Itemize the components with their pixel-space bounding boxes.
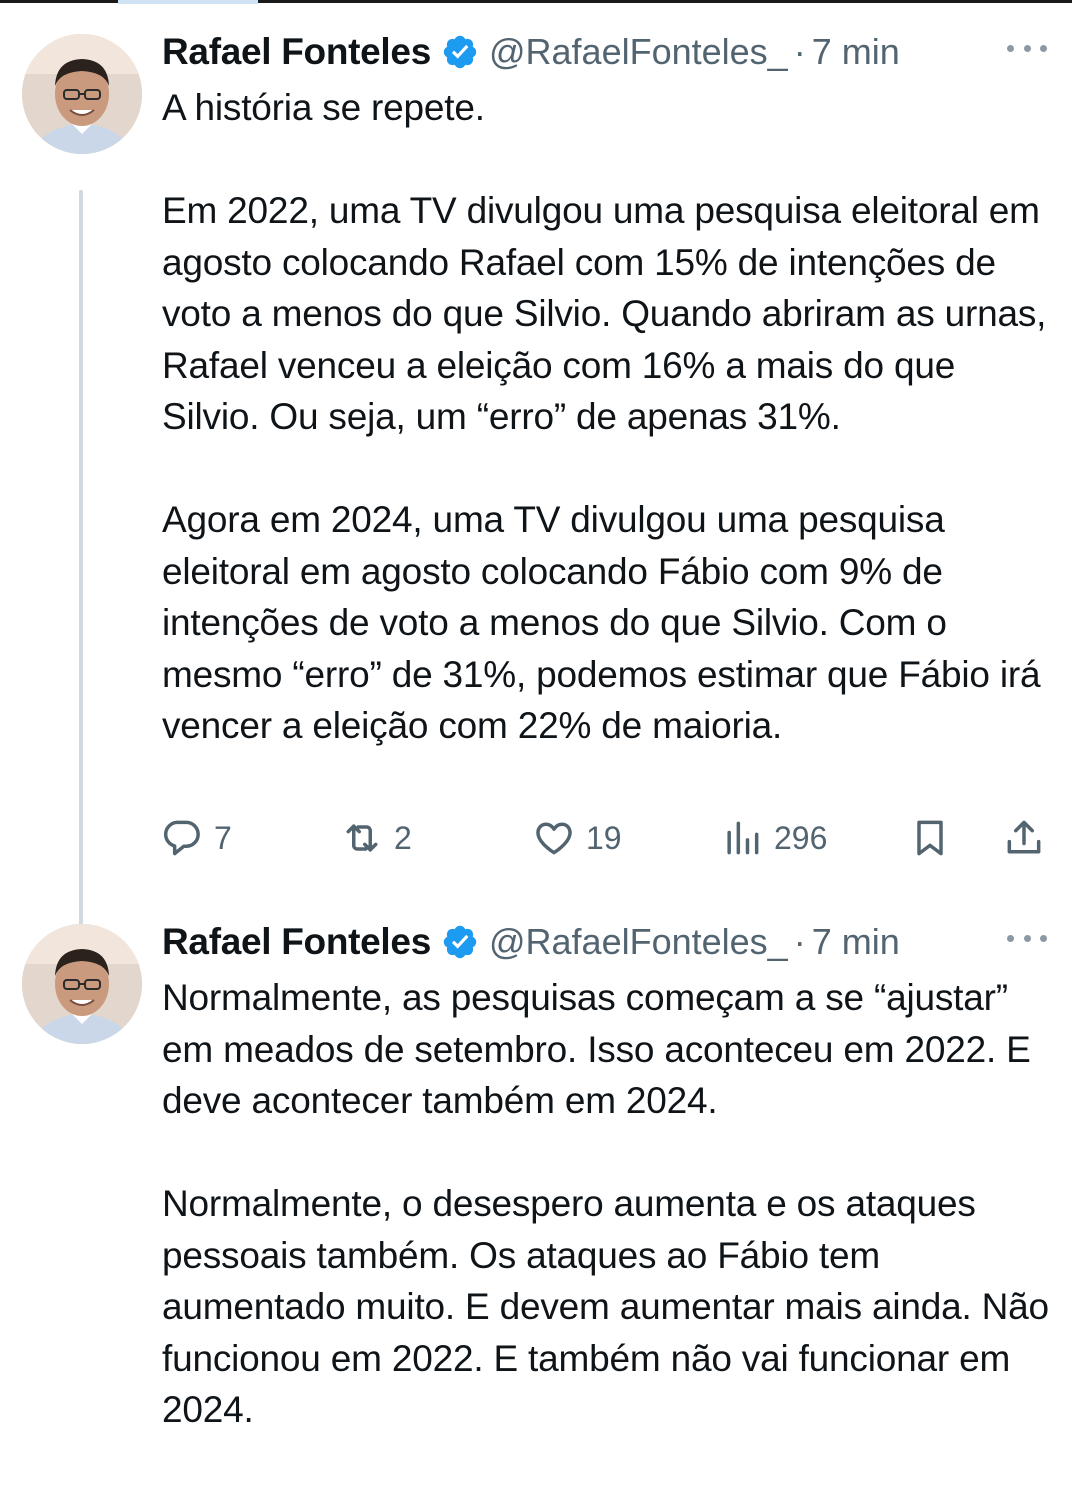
bookmark-icon <box>917 820 943 856</box>
separator-dot: · <box>793 31 806 72</box>
share-button[interactable] <box>1002 816 1046 860</box>
share-icon <box>1007 820 1041 854</box>
avatar[interactable] <box>22 924 142 1044</box>
heart-icon <box>536 822 572 855</box>
thread-connector-line <box>79 190 83 940</box>
author-name[interactable]: Rafael Fonteles <box>162 31 431 73</box>
views-icon <box>727 821 759 855</box>
verified-badge-icon[interactable] <box>441 33 479 71</box>
tweet-header: Rafael Fonteles @RafaelFonteles_ · 7 min <box>162 920 900 964</box>
timestamp[interactable]: 7 min <box>812 921 900 963</box>
timestamp[interactable]: 7 min <box>812 31 900 73</box>
more-horizontal-icon[interactable] <box>1007 38 1047 58</box>
separator-dot: · <box>793 921 806 962</box>
repost-icon <box>346 824 378 852</box>
author-handle[interactable]: @RafaelFonteles_ <box>489 31 788 73</box>
like-count: 19 <box>586 819 622 856</box>
reply-icon <box>164 820 200 856</box>
reply-count: 7 <box>214 819 232 856</box>
tweet-actions: 7 2 19 296 <box>160 816 1050 862</box>
repost-count: 2 <box>394 819 412 856</box>
more-horizontal-icon[interactable] <box>1007 928 1047 948</box>
tweet-header: Rafael Fonteles @RafaelFonteles_ · 7 min <box>162 30 900 74</box>
tweet-text: Normalmente, as pesquisas começam a se “… <box>162 977 1049 1430</box>
verified-badge-icon[interactable] <box>441 923 479 961</box>
repost-button[interactable]: 2 <box>340 816 412 860</box>
bookmark-button[interactable] <box>908 816 952 860</box>
views-count: 296 <box>774 819 828 856</box>
avatar[interactable] <box>22 34 142 154</box>
author-handle[interactable]: @RafaelFonteles_ <box>489 921 788 963</box>
top-tab-indicator <box>118 0 258 4</box>
author-name[interactable]: Rafael Fonteles <box>162 921 431 963</box>
reply-button[interactable]: 7 <box>160 816 232 860</box>
views-button[interactable]: 296 <box>720 816 827 860</box>
tweet-text: A história se repete. Em 2022, uma TV di… <box>162 87 1047 746</box>
like-button[interactable]: 19 <box>532 816 622 860</box>
